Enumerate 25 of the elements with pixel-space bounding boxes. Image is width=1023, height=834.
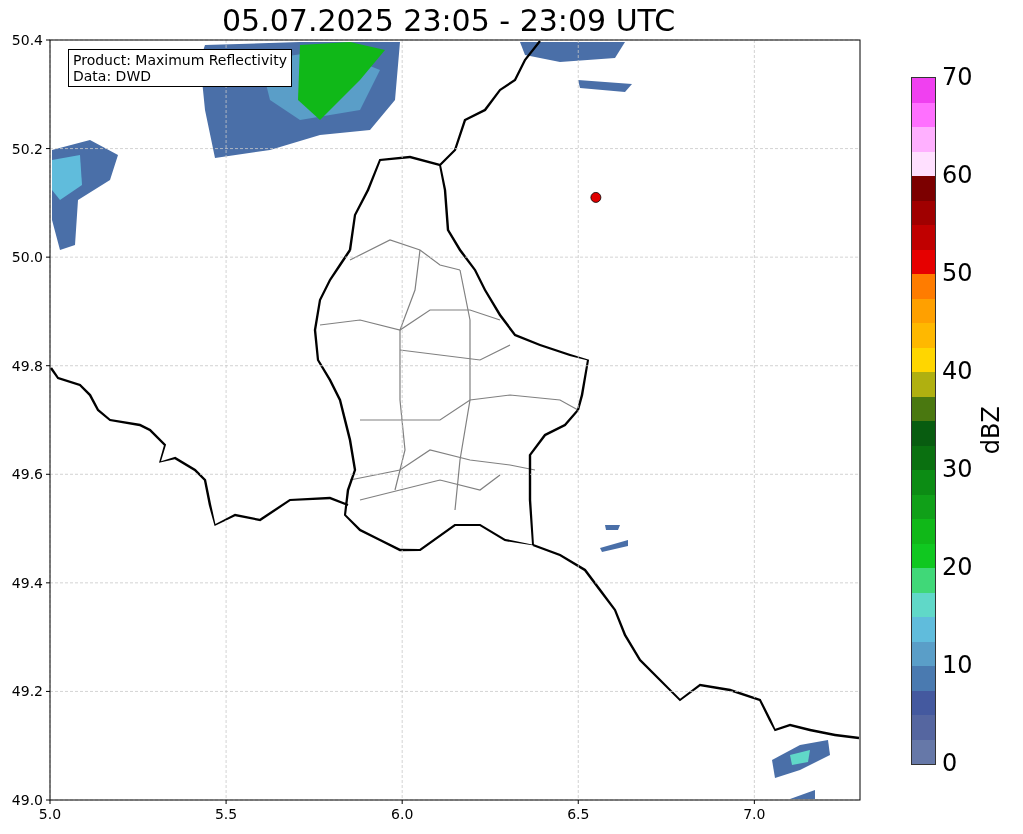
y-tick-label: 49.4 bbox=[11, 574, 43, 591]
y-tick-label: 49.2 bbox=[11, 683, 43, 700]
x-tick-label: 5.5 bbox=[214, 806, 238, 822]
x-tick-label: 7.0 bbox=[743, 806, 766, 822]
colorbar-tick-label: 10 bbox=[942, 651, 973, 679]
colorbar-label: dBZ bbox=[976, 405, 1005, 455]
y-tick-label: 50.2 bbox=[11, 140, 43, 157]
colorbar-tick-label: 60 bbox=[942, 161, 973, 189]
x-tick-label: 5.0 bbox=[38, 806, 62, 822]
y-tick-label: 49.6 bbox=[11, 466, 43, 483]
chart-title: 05.07.2025 23:05 - 23:09 UTC bbox=[222, 2, 676, 40]
x-tick-label: 6.5 bbox=[567, 806, 590, 822]
colorbar-tick-label: 30 bbox=[942, 455, 973, 483]
colorbar-tick-label: 40 bbox=[942, 357, 973, 385]
colorbar-tick-label: 50 bbox=[942, 259, 973, 287]
info-text: Product: Maximum Reflectivity bbox=[73, 52, 287, 68]
y-tick-label: 49.8 bbox=[11, 357, 43, 374]
y-tick-label: 49.0 bbox=[11, 792, 43, 808]
y-tick-label: 50.0 bbox=[11, 249, 43, 266]
x-tick-label: 6.0 bbox=[391, 806, 414, 822]
y-tick-label: 50.4 bbox=[11, 32, 43, 48]
colorbar-tick-label: 0 bbox=[942, 749, 959, 777]
colorbar-tick-label: 70 bbox=[942, 63, 973, 91]
info-text: Data: DWD bbox=[73, 68, 152, 84]
colorbar-tick-label: 20 bbox=[942, 553, 973, 581]
